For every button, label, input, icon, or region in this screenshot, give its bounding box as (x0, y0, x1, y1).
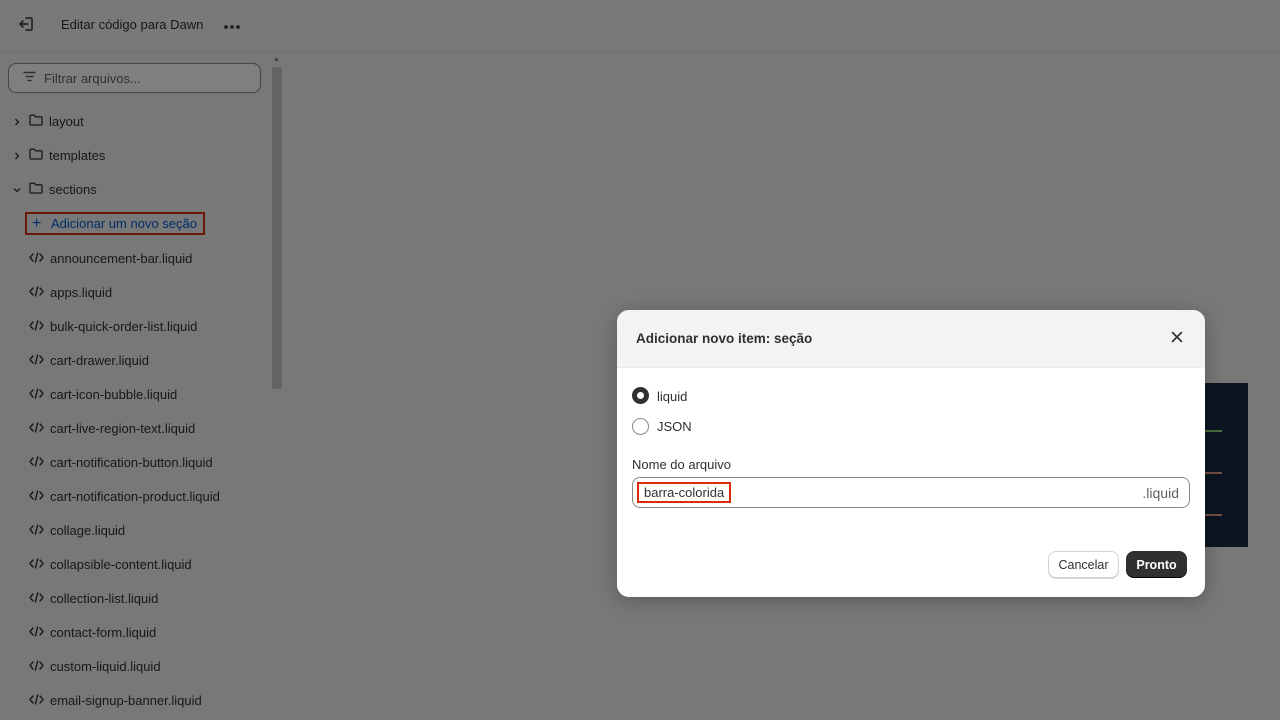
close-icon (1171, 330, 1183, 348)
dialog-header: Adicionar novo item: seção (617, 310, 1205, 368)
filename-input[interactable]: barra-colorida (637, 482, 732, 503)
filename-field[interactable]: barra-colorida .liquid (632, 477, 1190, 508)
done-button[interactable]: Pronto (1126, 551, 1187, 578)
add-new-item-dialog: Adicionar novo item: seção liquid JSON N… (617, 310, 1205, 597)
dialog-title: Adicionar novo item: seção (636, 331, 813, 346)
filename-suffix: .liquid (1142, 485, 1179, 501)
radio-json[interactable] (632, 418, 649, 435)
radio-json-label[interactable]: JSON (657, 419, 692, 434)
radio-liquid-label[interactable]: liquid (657, 389, 687, 404)
radio-liquid[interactable] (632, 387, 649, 404)
cancel-button[interactable]: Cancelar (1048, 551, 1119, 578)
close-button[interactable] (1167, 329, 1187, 349)
filename-label: Nome do arquivo (632, 457, 731, 472)
